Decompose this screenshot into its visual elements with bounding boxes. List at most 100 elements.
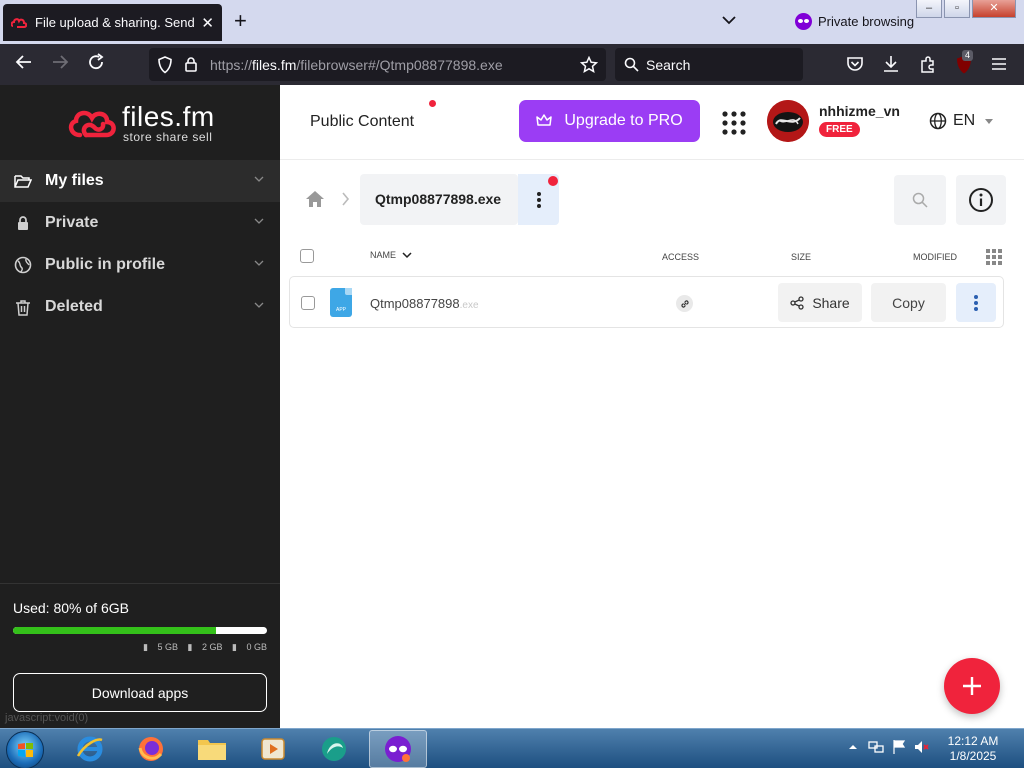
breadcrumb-label: Qtmp08877898.exe bbox=[375, 191, 502, 207]
system-tray bbox=[845, 739, 937, 755]
new-tab-button[interactable]: + bbox=[234, 9, 247, 33]
public-content-link[interactable]: Public Content bbox=[310, 113, 414, 131]
breadcrumb: Qtmp08877898.exe bbox=[280, 174, 1024, 226]
storage-legend-other: ▮ 2 GB bbox=[187, 642, 223, 652]
add-button[interactable] bbox=[944, 658, 1000, 714]
browser-tab-bar: File upload & sharing. Send large files … bbox=[0, 0, 1024, 44]
downloads-icon[interactable] bbox=[882, 55, 900, 73]
select-all-checkbox[interactable] bbox=[300, 249, 314, 263]
tab-title: File upload & sharing. Send large files bbox=[35, 15, 195, 30]
info-icon bbox=[969, 188, 993, 212]
app-icon bbox=[322, 737, 346, 761]
brand-tagline: store share sell bbox=[123, 130, 213, 144]
column-header-modified[interactable]: MODIFIED bbox=[913, 252, 957, 262]
chevron-down-icon[interactable] bbox=[254, 217, 264, 225]
window-controls: – ▫ ✕ bbox=[914, 0, 1016, 18]
app-file-icon: APP bbox=[330, 288, 352, 317]
avatar-image bbox=[767, 100, 809, 142]
lock-icon[interactable] bbox=[184, 56, 198, 73]
extensions-puzzle-icon[interactable] bbox=[919, 55, 937, 73]
sort-chevron-down-icon[interactable] bbox=[402, 251, 412, 259]
pocket-icon[interactable] bbox=[846, 56, 864, 73]
forward-arrow-icon[interactable] bbox=[48, 53, 72, 77]
table-row[interactable]: APP Qtmp08877898.exe Share Copy bbox=[289, 276, 1004, 328]
taskbar-internet-explorer[interactable] bbox=[61, 730, 119, 768]
browser-tab[interactable]: File upload & sharing. Send large files … bbox=[3, 4, 222, 41]
username[interactable]: nhhizme_vn bbox=[819, 103, 900, 119]
taskbar-clock[interactable]: 12:12 AM 1/8/2025 bbox=[940, 734, 1006, 764]
caret-down-icon bbox=[985, 118, 994, 124]
column-header-size[interactable]: SIZE bbox=[791, 252, 811, 262]
clock-time: 12:12 AM bbox=[947, 734, 999, 748]
taskbar-file-explorer[interactable] bbox=[183, 730, 241, 768]
apps-grid-icon[interactable] bbox=[722, 111, 746, 135]
action-center-flag-icon[interactable] bbox=[891, 739, 907, 755]
language-selector[interactable]: EN bbox=[929, 112, 994, 130]
trash-icon bbox=[14, 298, 32, 316]
tracking-shield-icon[interactable] bbox=[157, 56, 173, 74]
notification-dot bbox=[548, 176, 558, 186]
reload-icon[interactable] bbox=[84, 53, 108, 77]
download-apps-button[interactable]: Download apps bbox=[13, 673, 267, 712]
folder-icon bbox=[198, 740, 226, 760]
sidebar-item-private[interactable]: Private bbox=[0, 202, 280, 244]
kebab-menu-icon bbox=[974, 294, 978, 311]
folder-open-icon bbox=[14, 172, 32, 190]
taskbar-app[interactable] bbox=[305, 730, 363, 768]
tray-expand-icon[interactable] bbox=[845, 739, 861, 755]
private-browsing-label: Private browsing bbox=[818, 14, 915, 29]
maximize-icon[interactable]: ▫ bbox=[944, 0, 970, 18]
kebab-menu-icon bbox=[536, 191, 541, 208]
language-label: EN bbox=[953, 112, 976, 129]
info-button[interactable] bbox=[956, 175, 1006, 225]
hamburger-menu-icon[interactable] bbox=[991, 57, 1007, 71]
link-access-icon[interactable] bbox=[676, 295, 693, 312]
url-text[interactable]: https://files.fm/filebrowser#/Qtmp088778… bbox=[210, 57, 503, 73]
breadcrumb-current-folder[interactable]: Qtmp08877898.exe bbox=[360, 174, 518, 225]
row-checkbox[interactable] bbox=[301, 296, 315, 310]
file-name[interactable]: Qtmp08877898.exe bbox=[370, 296, 479, 311]
storage-legend-deleted: ▮ 0 GB bbox=[232, 642, 267, 652]
bookmark-star-icon[interactable] bbox=[580, 56, 598, 74]
windows-flag-icon bbox=[18, 743, 33, 757]
url-bar[interactable]: https://files.fm/filebrowser#/Qtmp088778… bbox=[149, 48, 606, 81]
grid-view-icon[interactable] bbox=[986, 249, 1002, 265]
chevron-down-icon[interactable] bbox=[254, 301, 264, 309]
column-header-name[interactable]: NAME bbox=[370, 250, 412, 260]
taskbar-firefox[interactable] bbox=[122, 730, 180, 768]
start-button[interactable] bbox=[6, 731, 44, 768]
search-bar[interactable]: Search bbox=[615, 48, 803, 81]
column-header-access[interactable]: ACCESS bbox=[662, 252, 699, 262]
list-all-tabs-icon[interactable] bbox=[719, 10, 739, 30]
chevron-down-icon[interactable] bbox=[254, 175, 264, 183]
sidebar-item-my-files[interactable]: My files bbox=[0, 160, 280, 202]
crown-icon bbox=[536, 114, 553, 126]
search-placeholder: Search bbox=[646, 57, 691, 73]
back-arrow-icon[interactable] bbox=[12, 53, 36, 77]
row-options-button[interactable] bbox=[956, 283, 996, 322]
copy-button[interactable]: Copy bbox=[871, 283, 946, 322]
files-fm-logo[interactable]: files.fm store share sell bbox=[66, 101, 226, 144]
network-icon[interactable] bbox=[868, 739, 884, 755]
share-button[interactable]: Share bbox=[778, 283, 862, 322]
minimize-icon[interactable]: – bbox=[916, 0, 942, 18]
chevron-down-icon[interactable] bbox=[254, 259, 264, 267]
firefox-private-icon bbox=[385, 736, 411, 762]
sidebar-item-public-in-profile[interactable]: Public in profile bbox=[0, 244, 280, 286]
column-name-label: NAME bbox=[370, 250, 397, 260]
window-close-icon[interactable]: ✕ bbox=[972, 0, 1016, 18]
windows-taskbar: 12:12 AM 1/8/2025 bbox=[0, 728, 1024, 768]
avatar[interactable] bbox=[767, 100, 809, 142]
files-fm-favicon-icon bbox=[11, 17, 27, 28]
internet-explorer-icon bbox=[76, 736, 103, 762]
taskbar-firefox-private[interactable] bbox=[369, 730, 427, 768]
upgrade-to-pro-button[interactable]: Upgrade to PRO bbox=[519, 100, 700, 142]
sidebar-item-deleted[interactable]: Deleted bbox=[0, 286, 280, 328]
media-player-icon bbox=[261, 738, 285, 760]
tab-close-icon[interactable]: ✕ bbox=[201, 14, 214, 32]
search-files-button[interactable] bbox=[894, 175, 946, 225]
home-icon[interactable] bbox=[305, 190, 325, 208]
volume-muted-icon[interactable] bbox=[914, 739, 930, 755]
chevron-right-icon bbox=[342, 192, 350, 206]
taskbar-media-player[interactable] bbox=[244, 730, 302, 768]
